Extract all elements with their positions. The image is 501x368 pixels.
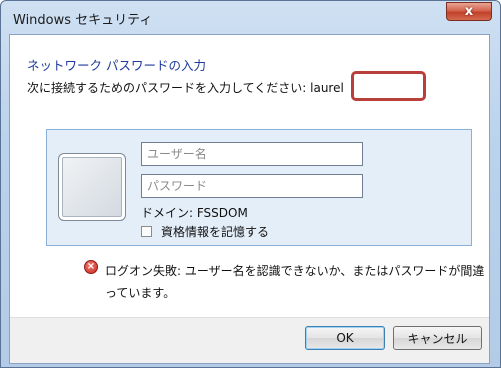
remember-credentials[interactable]: 資格情報を記憶する xyxy=(141,223,269,240)
ok-button[interactable]: OK xyxy=(305,326,385,350)
instruction-text: 次に接続するためのパスワードを入力してください: laurel xyxy=(27,81,344,95)
user-avatar-icon xyxy=(58,153,126,221)
error-message: ログオン失敗: ユーザー名を認識できないか、またはパスワードが間違っています。 xyxy=(105,264,485,300)
error-x-icon: × xyxy=(84,260,98,274)
remember-label: 資格情報を記憶する xyxy=(161,225,270,239)
password-input[interactable] xyxy=(141,174,363,198)
remember-checkbox[interactable] xyxy=(141,226,152,237)
window-title: Windows セキュリティ xyxy=(13,13,153,28)
dialog-heading: ネットワーク パスワードの入力 xyxy=(27,58,206,73)
annotation-highlight-box xyxy=(351,71,426,101)
domain-label: ドメイン: FSSDOM xyxy=(141,206,248,220)
title-bar[interactable]: Windows セキュリティ x xyxy=(1,1,500,33)
close-icon: x xyxy=(464,4,474,19)
username-input[interactable] xyxy=(141,142,363,166)
close-button[interactable]: x xyxy=(446,2,492,21)
cancel-button[interactable]: キャンセル xyxy=(393,326,482,350)
